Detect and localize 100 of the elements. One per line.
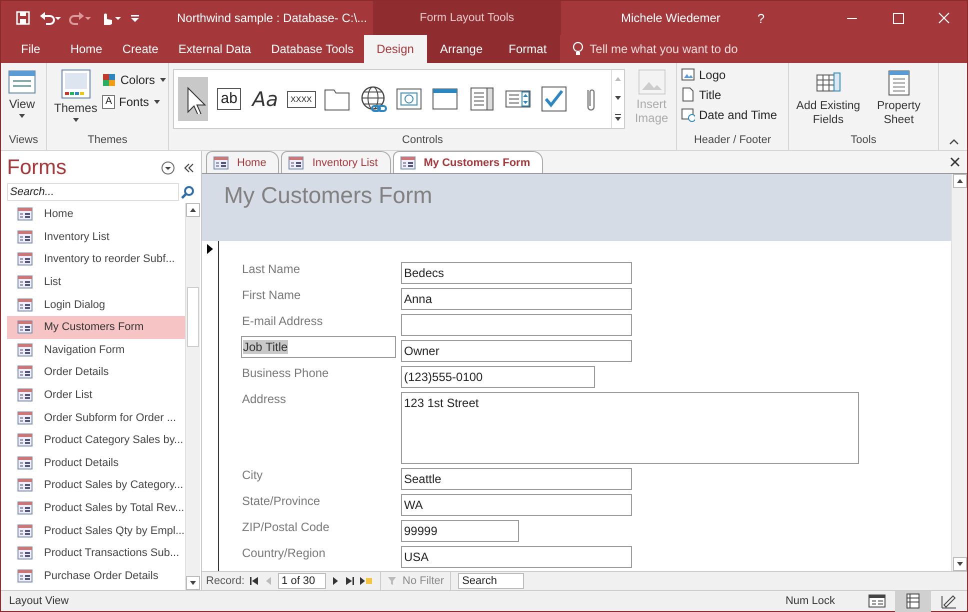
form-icon bbox=[17, 568, 33, 583]
scroll-up-icon[interactable] bbox=[186, 203, 200, 217]
search-icon[interactable] bbox=[181, 185, 195, 199]
scroll-up-icon[interactable] bbox=[952, 174, 966, 188]
form-icon bbox=[17, 252, 33, 266]
first-record-icon[interactable] bbox=[248, 576, 260, 586]
document-tab[interactable]: My Customers Form bbox=[392, 151, 544, 173]
field-label[interactable]: E-mail Address bbox=[241, 310, 396, 332]
tool-button[interactable]: Property Sheet bbox=[864, 67, 934, 129]
themes-button[interactable]: Themes bbox=[51, 67, 100, 125]
caret-icon bbox=[18, 113, 26, 119]
label-control[interactable]: Aa bbox=[252, 87, 278, 111]
gallery-scrollbar[interactable] bbox=[610, 70, 624, 128]
nav-item[interactable]: Product Sales Qty by Empl... bbox=[7, 519, 185, 542]
search-field[interactable]: Search... bbox=[7, 183, 179, 201]
group-label: Header / Footer bbox=[692, 134, 772, 148]
scroll-down-icon bbox=[614, 94, 622, 101]
layout-view-icon[interactable] bbox=[904, 593, 922, 609]
user-name[interactable]: Michele Wiedemer bbox=[621, 11, 741, 25]
input-field[interactable]: Bedecs bbox=[401, 262, 632, 284]
input-field[interactable]: Seattle bbox=[401, 468, 632, 490]
window-title: Northwind sample : Database- C:\... bbox=[176, 11, 368, 25]
nav-item[interactable]: Order Details bbox=[7, 361, 185, 384]
search-field[interactable]: Search bbox=[458, 573, 524, 589]
checkbox-icon[interactable] bbox=[538, 84, 569, 114]
input-field[interactable]: (123)555-0100 bbox=[401, 366, 595, 388]
nav-item[interactable]: Product Transactions Sub... bbox=[7, 542, 185, 564]
form-icon bbox=[17, 388, 33, 402]
ribbon-tab[interactable]: Home bbox=[60, 35, 112, 63]
nav-item[interactable]: Product Category Sales by... bbox=[7, 428, 185, 452]
field-label[interactable]: State/Province bbox=[241, 490, 396, 512]
document-tab[interactable]: Home bbox=[206, 151, 280, 173]
input-field[interactable]: 99999 bbox=[401, 520, 519, 542]
field-label[interactable]: Last Name bbox=[241, 258, 396, 280]
dropdown-circle-icon[interactable] bbox=[161, 161, 175, 175]
undo-icon[interactable] bbox=[39, 10, 61, 26]
input-field[interactable]: Anna bbox=[401, 288, 632, 310]
ribbon-tab[interactable]: External Data bbox=[168, 35, 262, 63]
field-label[interactable]: ZIP/Postal Code bbox=[241, 516, 396, 538]
scrollbar[interactable] bbox=[184, 203, 200, 590]
nav-item[interactable]: Home bbox=[7, 203, 185, 226]
collapse-ribbon-icon[interactable] bbox=[949, 138, 959, 146]
collapse-pane-icon[interactable] bbox=[183, 161, 195, 175]
ribbon-tab[interactable]: Design bbox=[364, 35, 427, 63]
redo-icon[interactable] bbox=[69, 10, 91, 26]
nav-item[interactable]: Order Subform for Order ... bbox=[7, 406, 185, 429]
nav-item[interactable]: Inventory to reorder Subf... bbox=[7, 248, 185, 271]
ribbon-tab[interactable]: Format bbox=[496, 35, 560, 63]
nav-item[interactable]: Product Sales by Total Rev... bbox=[7, 496, 185, 520]
input-field[interactable] bbox=[401, 314, 632, 336]
input-field[interactable]: Owner bbox=[401, 340, 632, 362]
field-label[interactable]: City bbox=[241, 464, 396, 486]
new-record-icon[interactable] bbox=[358, 576, 373, 586]
input-field[interactable]: USA bbox=[401, 546, 632, 568]
contextual-tab-label: Form Layout Tools bbox=[373, 1, 561, 35]
help-button[interactable]: ? bbox=[741, 10, 781, 26]
record-number-field[interactable]: 1 of 30 bbox=[278, 573, 326, 589]
scroll-down-icon[interactable] bbox=[186, 576, 200, 590]
save-icon[interactable] bbox=[15, 10, 31, 26]
ribbon-tab[interactable]: Database Tools bbox=[261, 35, 364, 63]
input-field[interactable]: WA bbox=[401, 494, 632, 516]
page-icon bbox=[681, 87, 695, 102]
nav-item[interactable]: Inventory List bbox=[7, 226, 185, 248]
ribbon-tab[interactable]: Arrange bbox=[426, 35, 496, 63]
header-footer-button[interactable]: Logo bbox=[681, 67, 778, 82]
last-record-icon[interactable] bbox=[344, 576, 356, 586]
caret-icon bbox=[72, 117, 80, 123]
view-button[interactable]: View bbox=[5, 67, 39, 121]
nav-item[interactable]: Product Sales by Category... bbox=[7, 474, 185, 497]
pane-title: Forms bbox=[7, 156, 68, 180]
ribbon-tab[interactable]: File bbox=[1, 35, 52, 63]
field-label[interactable]: Country/Region bbox=[241, 542, 396, 564]
tool-button[interactable]: Add Existing Fields bbox=[793, 67, 864, 129]
header-footer-button[interactable]: Date and Time bbox=[681, 107, 778, 122]
field-label[interactable]: Job Title bbox=[241, 336, 396, 358]
field-label[interactable]: First Name bbox=[241, 284, 396, 306]
text-box-control[interactable]: ab bbox=[216, 88, 242, 110]
button-control[interactable]: XXXX bbox=[286, 90, 316, 108]
nav-item[interactable]: Order List bbox=[7, 384, 185, 406]
design-view-icon[interactable] bbox=[940, 593, 958, 609]
fonts-button[interactable]: A Fonts bbox=[102, 95, 168, 109]
nav-item[interactable]: Login Dialog bbox=[7, 293, 185, 316]
close-icon[interactable] bbox=[949, 156, 961, 168]
nav-item[interactable]: List bbox=[7, 270, 185, 294]
nav-item[interactable]: My Customers Form bbox=[7, 316, 185, 339]
colors-button[interactable]: Colors bbox=[102, 73, 168, 87]
form-view-icon[interactable] bbox=[868, 593, 886, 609]
scroll-thumb[interactable] bbox=[186, 287, 199, 347]
input-field[interactable]: 123 1st Street bbox=[401, 392, 859, 464]
field-label[interactable]: Business Phone bbox=[241, 362, 396, 384]
document-tab[interactable]: Inventory List bbox=[281, 151, 391, 173]
nav-item[interactable]: Purchase Order Details bbox=[7, 564, 185, 588]
field-label[interactable]: Address bbox=[241, 388, 396, 410]
scrollbar[interactable] bbox=[951, 174, 967, 571]
header-footer-button[interactable]: Title bbox=[681, 87, 778, 102]
scroll-down-icon[interactable] bbox=[952, 557, 966, 571]
ribbon-tab[interactable]: Create bbox=[112, 35, 168, 63]
tell-me-field[interactable]: Tell me what you want to do bbox=[560, 35, 738, 63]
nav-item[interactable]: Product Details bbox=[7, 452, 185, 474]
nav-item[interactable]: Navigation Form bbox=[7, 338, 185, 362]
